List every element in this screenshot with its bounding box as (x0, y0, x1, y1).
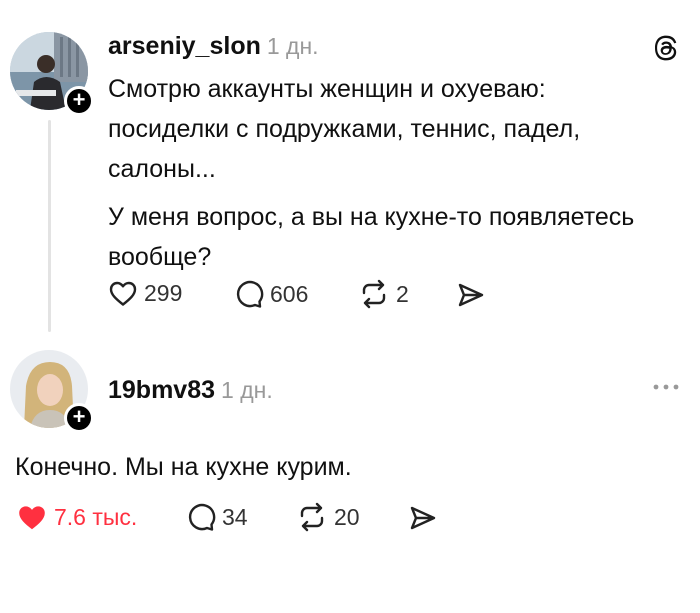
share-icon (410, 506, 436, 530)
reply-comment-count: 34 (222, 503, 248, 530)
reply-repost-count: 20 (334, 503, 360, 530)
heart-filled-icon (19, 506, 45, 530)
post-time: 1 дн. (266, 33, 319, 59)
thread-line (48, 120, 51, 332)
comment-icon (188, 503, 216, 531)
post-text: Смотрю аккаунты женщин и охуеваю: посиде… (108, 69, 634, 277)
more-options-icon[interactable] (651, 380, 681, 392)
reply-username[interactable]: 19bmv83 (108, 376, 215, 404)
post-like-count: 299 (144, 279, 183, 306)
reply-text: Конечно. Мы на кухне курим. (15, 453, 352, 481)
reply-like-button[interactable]: 7.6 тыс. (16, 502, 137, 532)
post-share-button[interactable] (456, 281, 486, 309)
post-username[interactable]: arseniy_slon (108, 32, 261, 60)
post-text-line: Смотрю аккаунты женщин и охуеваю: (108, 75, 546, 103)
repost-icon (300, 502, 324, 532)
reply-repost-button[interactable]: 20 (296, 502, 360, 532)
reply-time: 1 дн. (221, 377, 273, 403)
comment-icon (236, 280, 264, 308)
post-repost-count: 2 (396, 280, 409, 307)
post-text-line: посиделки с подружками, теннис, падел, (108, 115, 581, 143)
post-like-button[interactable]: 299 (108, 279, 182, 307)
reply-comment-button[interactable]: 34 (186, 502, 248, 532)
post-repost-button[interactable]: 2 (358, 279, 409, 309)
post-text-line: вообще? (108, 243, 212, 271)
follow-plus-button[interactable]: + (64, 86, 94, 116)
heart-icon (109, 281, 137, 306)
share-icon (458, 283, 484, 307)
post-comment-button[interactable]: 606 (234, 279, 308, 309)
threads-logo-icon[interactable] (650, 32, 682, 64)
post-text-line: У меня вопрос, а вы на кухне-то появляет… (108, 203, 635, 231)
post-comment-count: 606 (270, 280, 309, 307)
reply-header: 19bmv83 1 дн. (108, 376, 273, 405)
post-text-line: салоны... (108, 155, 216, 183)
reply-share-button[interactable] (408, 504, 438, 532)
repost-icon (362, 279, 386, 309)
post-header: arseniy_slon 1 дн. (108, 32, 319, 61)
follow-plus-button[interactable]: + (64, 403, 94, 433)
reply-like-count: 7.6 тыс. (54, 503, 138, 530)
